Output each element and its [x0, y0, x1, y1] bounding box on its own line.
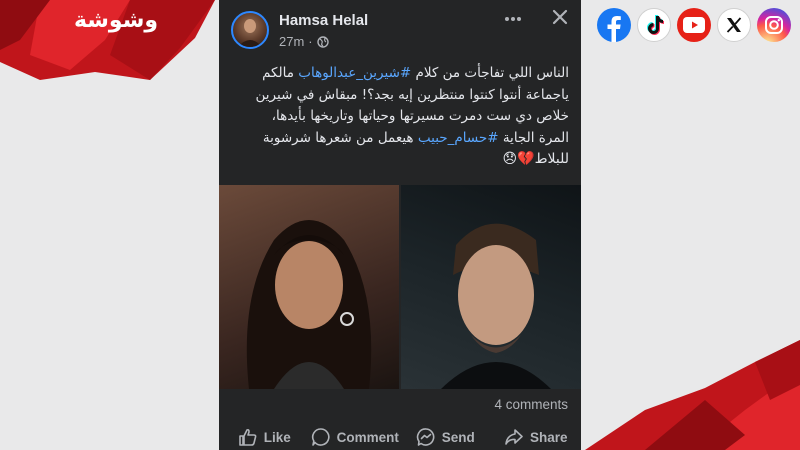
post-header: Hamsa Helal 27m · [219, 0, 581, 58]
share-arrow-icon [505, 429, 523, 445]
comment-bubble-icon [311, 428, 330, 446]
send-label: Send [441, 429, 475, 445]
post-photo-woman[interactable] [219, 185, 399, 389]
hashtag-link[interactable]: #حسام_حبيب [418, 130, 499, 146]
more-dots-icon [505, 17, 521, 21]
share-label: Share [529, 429, 568, 445]
globe-icon [316, 35, 329, 48]
hashtag-link[interactable]: #شيرين_عبدالوهاب [298, 65, 411, 81]
x-icon[interactable] [717, 8, 751, 42]
post-text-line: المرة الجاية #حسام_حبيب هيعمل من شعرها ش… [262, 129, 569, 146]
instagram-icon[interactable] [757, 8, 791, 42]
close-button[interactable] [549, 8, 571, 30]
author-avatar[interactable] [231, 11, 269, 49]
facebook-icon[interactable] [597, 8, 631, 42]
like-label: Like [263, 429, 291, 445]
comment-label: Comment [336, 429, 399, 445]
comment-button[interactable]: Comment [310, 424, 401, 450]
post-text-line: الناس اللي تفاجأت من كلام #شيرين_عبدالوه… [262, 65, 569, 81]
post-time[interactable]: 27m [279, 34, 304, 49]
facebook-post-card: Hamsa Helal 27m · الناس اللي تفاجأت من ك… [219, 0, 581, 450]
youtube-icon[interactable] [677, 8, 711, 42]
send-button[interactable]: Send [400, 424, 491, 450]
tiktok-icon[interactable] [637, 8, 671, 42]
comments-count[interactable]: 4 comments [494, 397, 568, 412]
post-text-line: ياجماعة أنتوا كنتوا منتظرين إيه بجد؟! مب… [255, 86, 569, 103]
author-name[interactable]: Hamsa Helal [279, 12, 368, 29]
post-text-line: للبلاط💔😞 [502, 151, 569, 167]
post-photo-man[interactable] [401, 185, 581, 389]
messenger-icon [416, 428, 435, 446]
like-button[interactable]: Like [219, 424, 310, 450]
close-icon [552, 9, 568, 25]
post-meta: 27m · [279, 34, 329, 49]
post-actions-bar: Like Comment Send Share [219, 424, 581, 450]
post-text: الناس اللي تفاجأت من كلام #شيرين_عبدالوه… [231, 63, 569, 171]
brand-logo: وشوشة [73, 8, 159, 33]
more-options-button[interactable] [502, 8, 524, 28]
post-text-line: خلاص دي ست دمرت مسيرتها وحياتها وتاريخها… [271, 108, 569, 124]
bottom-right-red-banner [585, 340, 800, 450]
share-button[interactable]: Share [491, 424, 582, 450]
thumbs-up-icon [238, 428, 257, 446]
